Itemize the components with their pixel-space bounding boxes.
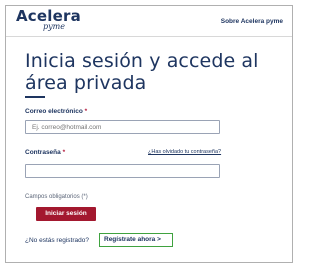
email-field[interactable] [25,120,220,134]
not-registered-text: ¿No estás registrado? [25,237,89,244]
about-acelera-pyme-link[interactable]: Sobre Acelera pyme [221,18,283,25]
login-button[interactable]: Iniciar sesión [36,207,96,221]
required-fields-note: Campos obligatorios (*) [25,194,88,200]
register-now-link[interactable]: Regístrate ahora > [99,233,173,247]
acelera-pyme-logo[interactable]: Acelera pyme [16,9,81,31]
email-label: Correo electrónico * [25,108,87,115]
title-underline [25,96,45,98]
email-label-text: Correo electrónico [25,108,83,115]
email-required-mark: * [84,108,88,115]
login-page: Acelera pyme Sobre Acelera pyme [5,5,293,263]
password-label: Contraseña * [25,149,65,156]
password-required-mark: * [62,149,66,156]
password-field[interactable] [25,164,220,178]
password-label-text: Contraseña [25,149,61,156]
page-title: Inicia sesión y accede al área privada [25,50,259,94]
site-header: Acelera pyme Sobre Acelera pyme [6,6,292,37]
forgot-password-link[interactable]: ¿Has olvidado tu contraseña? [148,149,221,155]
